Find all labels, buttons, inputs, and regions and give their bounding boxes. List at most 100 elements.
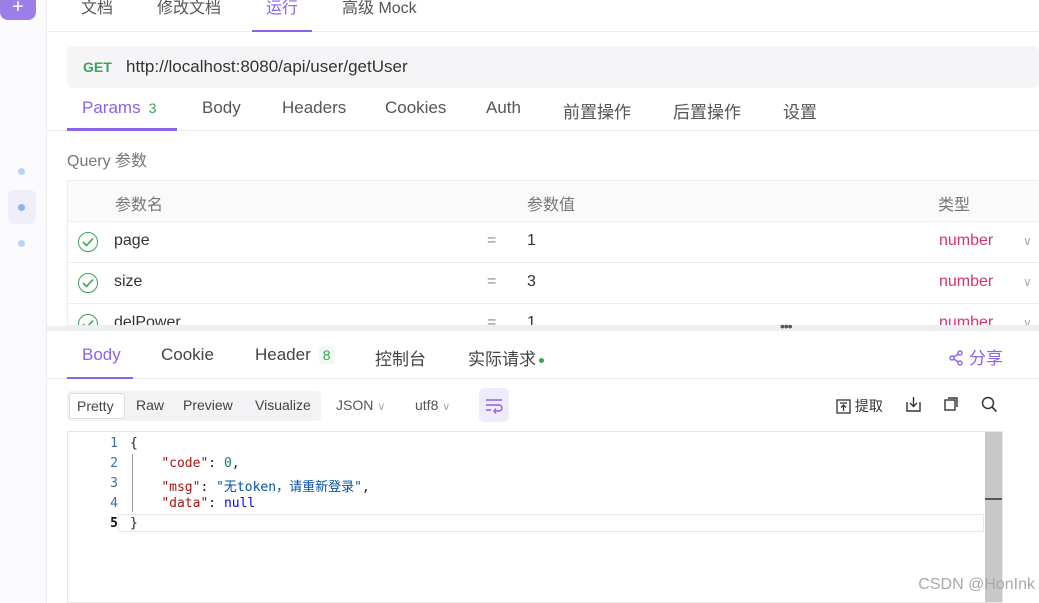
json-key: "code" — [161, 456, 209, 471]
share-button[interactable]: 分享 — [948, 344, 1003, 369]
status-dot-icon — [539, 358, 544, 364]
table-row: size = 3 number ∨ — [68, 263, 1039, 304]
query-params-label: Query 参数 — [67, 153, 148, 170]
language-select[interactable]: JSON ∨ — [336, 397, 385, 413]
request-tabs: Params 3 Body Headers Cookies Auth 前置操作 后… — [47, 95, 1039, 131]
param-type[interactable]: number — [939, 314, 993, 325]
header-count-badge: 8 — [318, 346, 335, 364]
tab-doc[interactable]: 文档 — [81, 0, 113, 18]
line-number: 5 — [110, 516, 118, 531]
download-icon[interactable] — [905, 396, 922, 416]
chevron-down-icon: ∨ — [442, 401, 451, 413]
response-code-editor[interactable]: 1 2 3 4 5 { "code": 0, "msg": "无token，请重… — [67, 431, 1003, 603]
url-input[interactable]: http://localhost:8080/api/user/getUser — [126, 57, 408, 77]
copy-icon[interactable] — [943, 396, 959, 415]
rail-item-dot-icon[interactable] — [18, 168, 25, 175]
wrap-icon — [486, 399, 503, 414]
encoding-select-value: utf8 — [415, 397, 439, 413]
extract-icon — [836, 399, 851, 414]
code-line: } — [130, 516, 138, 531]
scrollbar-position-marker — [985, 498, 1002, 500]
add-icon[interactable]: + — [0, 0, 36, 20]
tab-body[interactable]: Body — [202, 98, 241, 118]
active-tab-indicator — [67, 377, 133, 379]
param-value[interactable]: 1 — [527, 314, 536, 325]
view-mode-segmented: Pretty Raw Preview Visualize — [67, 391, 321, 421]
param-name[interactable]: page — [114, 232, 150, 250]
mode-pretty[interactable]: Pretty — [69, 393, 125, 419]
param-name[interactable]: size — [114, 273, 142, 291]
code-line: "msg": "无token，请重新登录", — [161, 480, 370, 495]
mode-raw[interactable]: Raw — [136, 397, 164, 413]
table-row: delPower = 1 number ∨ — [68, 304, 1039, 326]
tab-console[interactable]: 控制台 — [375, 345, 426, 370]
share-icon — [949, 350, 963, 366]
active-tab-indicator — [67, 128, 177, 131]
line-number: 1 — [110, 436, 118, 451]
current-line-highlight — [118, 514, 984, 532]
tab-settings[interactable]: 设置 — [783, 98, 817, 123]
tab-headers[interactable]: Headers — [282, 98, 346, 118]
code-line: "code": 0, — [161, 456, 240, 471]
word-wrap-button[interactable] — [479, 388, 509, 422]
code-line: "data": null — [161, 496, 256, 511]
col-header-type: 类型 — [938, 197, 971, 214]
col-header-value: 参数值 — [527, 197, 576, 214]
equals-sign: = — [487, 232, 497, 249]
http-method-badge[interactable]: GET — [83, 59, 112, 75]
tab-params[interactable]: Params 3 — [82, 98, 156, 118]
enabled-check-icon[interactable] — [78, 232, 98, 252]
param-value[interactable]: 3 — [527, 273, 536, 291]
params-count-badge: 3 — [148, 100, 157, 116]
extract-button[interactable]: 提取 — [836, 396, 883, 416]
param-name[interactable]: delPower — [114, 314, 181, 325]
tab-cookies[interactable]: Cookies — [385, 98, 446, 118]
rail-item-dot-icon[interactable] — [18, 240, 25, 247]
share-label: 分享 — [969, 349, 1003, 368]
line-number: 3 — [110, 476, 118, 491]
tab-response-header-label: Header — [255, 345, 311, 364]
json-brace: { — [130, 436, 138, 451]
watermark: CSDN @HonInk — [918, 576, 1035, 593]
param-value[interactable]: 1 — [527, 232, 536, 250]
json-value: "无token，请重新登录" — [216, 480, 362, 495]
response-tabs: Body Cookie Header 8 控制台 实际请求 分享 — [47, 331, 1039, 379]
tab-post-ops[interactable]: 后置操作 — [673, 98, 741, 123]
table-row: page = 1 number ∨ — [68, 222, 1039, 263]
left-rail: + — [0, 0, 47, 603]
tab-response-cookie[interactable]: Cookie — [161, 345, 214, 365]
tab-run[interactable]: 运行 — [251, 0, 313, 32]
top-tabs: 文档 修改文档 运行 高级 Mock — [47, 0, 1039, 32]
search-icon[interactable] — [981, 396, 998, 416]
tab-pre-ops[interactable]: 前置操作 — [563, 98, 631, 123]
tab-actual-request[interactable]: 实际请求 — [468, 345, 544, 370]
tab-params-label: Params — [82, 98, 141, 117]
enabled-check-icon[interactable] — [78, 273, 98, 293]
param-type[interactable]: number — [939, 232, 993, 250]
app-root: + 文档 修改文档 运行 高级 Mock GET http://localhos… — [0, 0, 1039, 603]
line-number: 2 — [110, 456, 118, 471]
equals-sign: = — [487, 314, 497, 326]
json-value: null — [223, 496, 256, 511]
json-key: "data" — [161, 496, 209, 511]
encoding-select[interactable]: utf8 ∨ — [415, 397, 450, 413]
rail-item-dot-icon-active[interactable] — [8, 190, 36, 224]
mode-preview[interactable]: Preview — [183, 397, 233, 413]
tab-auth[interactable]: Auth — [486, 98, 521, 118]
tab-edit-doc[interactable]: 修改文档 — [157, 0, 221, 18]
chevron-down-icon[interactable]: ∨ — [1023, 234, 1032, 248]
code-line: { — [130, 436, 138, 451]
json-brace: } — [130, 516, 138, 531]
chevron-down-icon[interactable]: ∨ — [1023, 316, 1032, 325]
enabled-check-icon[interactable] — [78, 314, 98, 325]
tab-response-body[interactable]: Body — [82, 345, 121, 365]
chevron-down-icon[interactable]: ∨ — [1023, 275, 1032, 289]
table-header-row: 参数名 参数值 类型 — [68, 181, 1039, 222]
param-type[interactable]: number — [939, 273, 993, 291]
url-bar[interactable]: GET http://localhost:8080/api/user/getUs… — [67, 46, 1039, 88]
tab-actual-request-label: 实际请求 — [468, 350, 536, 369]
equals-sign: = — [487, 273, 497, 290]
tab-advanced-mock[interactable]: 高级 Mock — [342, 0, 417, 18]
mode-visualize[interactable]: Visualize — [255, 397, 311, 413]
tab-response-header[interactable]: Header 8 — [255, 345, 335, 365]
